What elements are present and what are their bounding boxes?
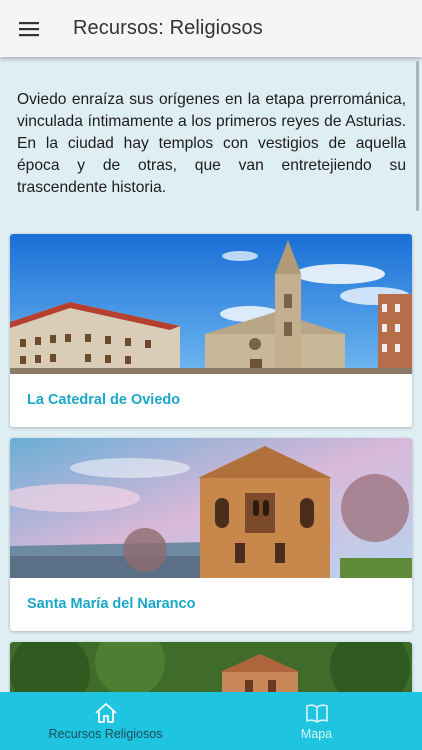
tab-recursos-religiosos[interactable]: Recursos Religiosos: [0, 692, 211, 750]
bottom-navigation: Recursos Religiosos Mapa: [0, 692, 422, 750]
scroll-content[interactable]: Oviedo enraíza sus orígenes en la etapa …: [0, 57, 422, 692]
naranco-image: [10, 438, 412, 578]
card-third[interactable]: [10, 642, 412, 692]
card-title[interactable]: Santa María del Naranco: [10, 578, 412, 630]
home-icon: [94, 702, 117, 723]
card-catedral[interactable]: La Catedral de Oviedo: [10, 234, 412, 427]
tab-label: Mapa: [300, 726, 333, 741]
catedral-image: [10, 234, 412, 374]
hamburger-menu-icon: [19, 21, 39, 36]
scrollbar[interactable]: [416, 61, 419, 211]
tab-label: Recursos Religiosos: [48, 726, 163, 741]
church-forest-image: [10, 642, 412, 692]
book-map-icon: [305, 703, 328, 723]
card-naranco[interactable]: Santa María del Naranco: [10, 438, 412, 631]
menu-button[interactable]: [0, 0, 58, 57]
app-bar: Recursos: Religiosos: [0, 0, 422, 57]
tab-mapa[interactable]: Mapa: [211, 692, 422, 750]
card-title[interactable]: La Catedral de Oviedo: [10, 374, 412, 426]
intro-text: Oviedo enraíza sus orígenes en la etapa …: [17, 91, 406, 196]
page-title: Recursos: Religiosos: [73, 17, 263, 39]
